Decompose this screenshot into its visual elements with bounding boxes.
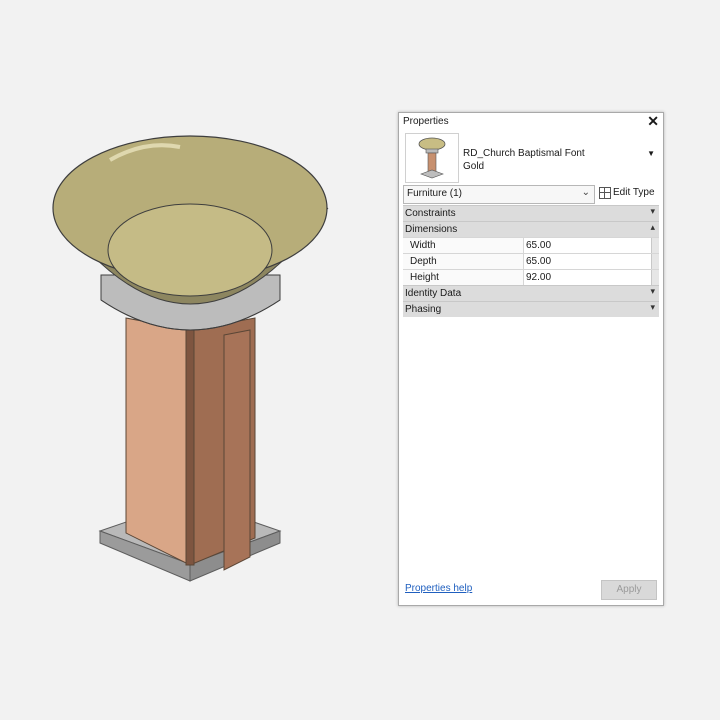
section-constraints[interactable]: Constraints ▾ (403, 205, 659, 221)
type-family: RD_Church Baptismal Font (463, 148, 585, 159)
property-name-text: Depth (410, 256, 437, 267)
property-row-depth: Depth 65.00 (403, 253, 659, 269)
property-name: Height (403, 270, 524, 285)
palette-titlebar[interactable]: Properties ✕ (399, 113, 663, 130)
section-label: Constraints (405, 208, 456, 219)
chevron-down-icon: ⌄ (581, 187, 590, 198)
property-name-text: Height (410, 272, 439, 283)
expand-icon[interactable]: ▾ (650, 286, 655, 297)
bowl[interactable] (52, 135, 329, 305)
expand-icon[interactable]: ▾ (650, 206, 655, 217)
type-dropdown-icon[interactable]: ▼ (647, 149, 655, 158)
property-name: Depth (403, 254, 524, 269)
close-icon[interactable]: ✕ (647, 113, 659, 129)
wood-pedestal[interactable] (125, 317, 256, 571)
apply-button[interactable]: Apply (601, 580, 657, 600)
palette-title: Properties (403, 116, 449, 127)
section-phasing[interactable]: Phasing ▾ (403, 301, 659, 317)
section-label: Phasing (405, 304, 442, 315)
property-row-height: Height 92.00 (403, 269, 659, 285)
property-name-text: Width (410, 240, 436, 251)
scrollbar[interactable] (651, 238, 659, 253)
section-label: Dimensions (405, 224, 458, 235)
collapse-icon[interactable]: ▴ (650, 222, 655, 233)
property-value-width[interactable]: 65.00 (526, 240, 551, 251)
property-name: Width (403, 238, 524, 253)
section-identity-data[interactable]: Identity Data ▾ (403, 285, 659, 301)
property-row-width: Width 65.00 (403, 237, 659, 253)
expand-icon[interactable]: ▾ (650, 302, 655, 313)
section-dimensions[interactable]: Dimensions ▴ (403, 221, 659, 237)
type-name: RD_Church Baptismal Font Gold (463, 147, 585, 173)
property-value-height[interactable]: 92.00 (526, 272, 551, 283)
filter-row: Furniture (1) ⌄ Edit Type (403, 185, 659, 205)
scrollbar[interactable] (651, 254, 659, 269)
properties-grid: Constraints ▾ Dimensions ▴ Width 65.00 D… (403, 205, 659, 317)
properties-help-link[interactable]: Properties help (405, 583, 472, 594)
filter-value: Furniture (1) (407, 188, 463, 199)
properties-palette: Properties ✕ RD_Church Baptismal Font Go… (398, 112, 664, 606)
edit-type-button[interactable]: Edit Type (599, 185, 659, 202)
scrollbar[interactable] (651, 270, 659, 285)
category-filter-dropdown[interactable]: Furniture (1) ⌄ (403, 185, 595, 204)
section-label: Identity Data (405, 288, 462, 299)
type-variant: Gold (463, 161, 485, 172)
edit-type-icon (599, 187, 611, 199)
edit-type-label: Edit Type (613, 187, 655, 198)
type-thumbnail (405, 133, 459, 183)
property-value-depth[interactable]: 65.00 (526, 256, 551, 267)
type-selector[interactable]: RD_Church Baptismal Font Gold ▼ (403, 131, 659, 183)
